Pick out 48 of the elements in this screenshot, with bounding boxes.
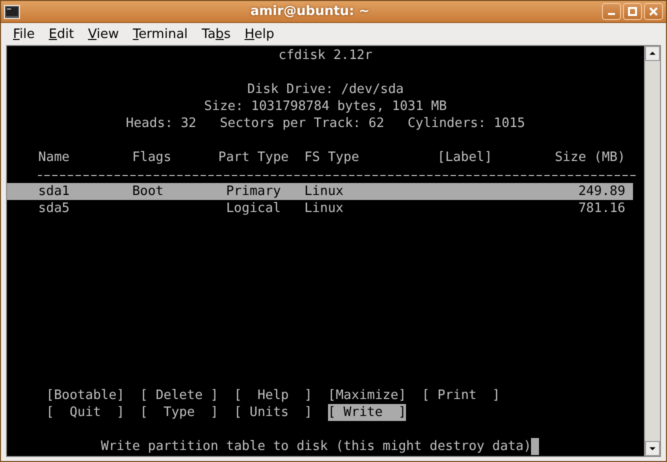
terminal-icon [4,4,20,18]
status-message: Write partition table to disk (this might destroy data) [100,438,532,455]
close-icon [649,7,658,16]
menu-item[interactable]: Tabs [194,26,238,42]
menu-item[interactable]: Terminal [126,26,195,42]
maximize-icon [628,7,637,16]
maximize-button[interactable] [623,3,642,20]
scroll-up-icon[interactable] [645,46,660,61]
partition-row[interactable]: sda5 Logical Linux 781.16 [7,200,634,217]
partition-name: sda5 [38,200,71,217]
menu-item[interactable]: View [80,26,126,42]
partition-type: Primary [226,184,281,199]
menu-item[interactable]: File [6,26,42,42]
disk-size-text: Size: 1031798784 bytes, 1031 MB [204,98,447,115]
column-header: FS Type [304,149,360,166]
scroll-down-icon[interactable] [645,441,660,456]
column-header: [Label] [437,149,492,166]
partition-type: Logical [226,201,281,216]
window-title: amir@ubuntu: ~ [249,4,371,19]
filesystem-type: Linux [304,201,344,216]
command-button[interactable]: [ Quit ] [46,404,124,421]
command-button[interactable]: [ Units ] [234,404,312,421]
command-button[interactable]: [ Delete ] [140,387,218,404]
command-button[interactable]: [ Type ] [140,404,218,421]
text-cursor [531,438,540,455]
partition-row[interactable]: sda1 Boot Primary Linux 249.89 [7,183,634,200]
command-button[interactable]: [Maximize] [328,387,406,404]
disk-geometry-text: Heads: 32 Sectors per Track: 62 Cylinders: 1015 [126,115,526,132]
column-header: Size (MB) [554,149,626,166]
disk-drive-text: Disk Drive: /dev/sda [247,81,404,98]
command-button[interactable]: [ Write ] [328,404,406,421]
minimize-button[interactable] [602,3,621,20]
menu-item[interactable]: Help [238,26,282,42]
command-button[interactable]: [Bootable] [46,387,124,404]
program-title: cfdisk 2.12r [278,47,372,64]
partition-name: sda1 [38,183,71,200]
column-header: Name [38,149,71,166]
filesystem-type: Linux [304,184,344,199]
partition-flags: Boot [132,184,164,199]
column-header: Flags [132,149,172,166]
partition-size: 781.16 [578,200,626,217]
close-button[interactable] [644,3,663,20]
column-header: Part Type [218,149,290,166]
command-button[interactable]: [ Help ] [234,387,312,404]
partition-size: 249.89 [578,183,626,200]
command-button[interactable]: [ Print ] [422,387,500,404]
menu-item[interactable]: Edit [42,26,81,42]
scrollbar[interactable] [644,46,660,456]
